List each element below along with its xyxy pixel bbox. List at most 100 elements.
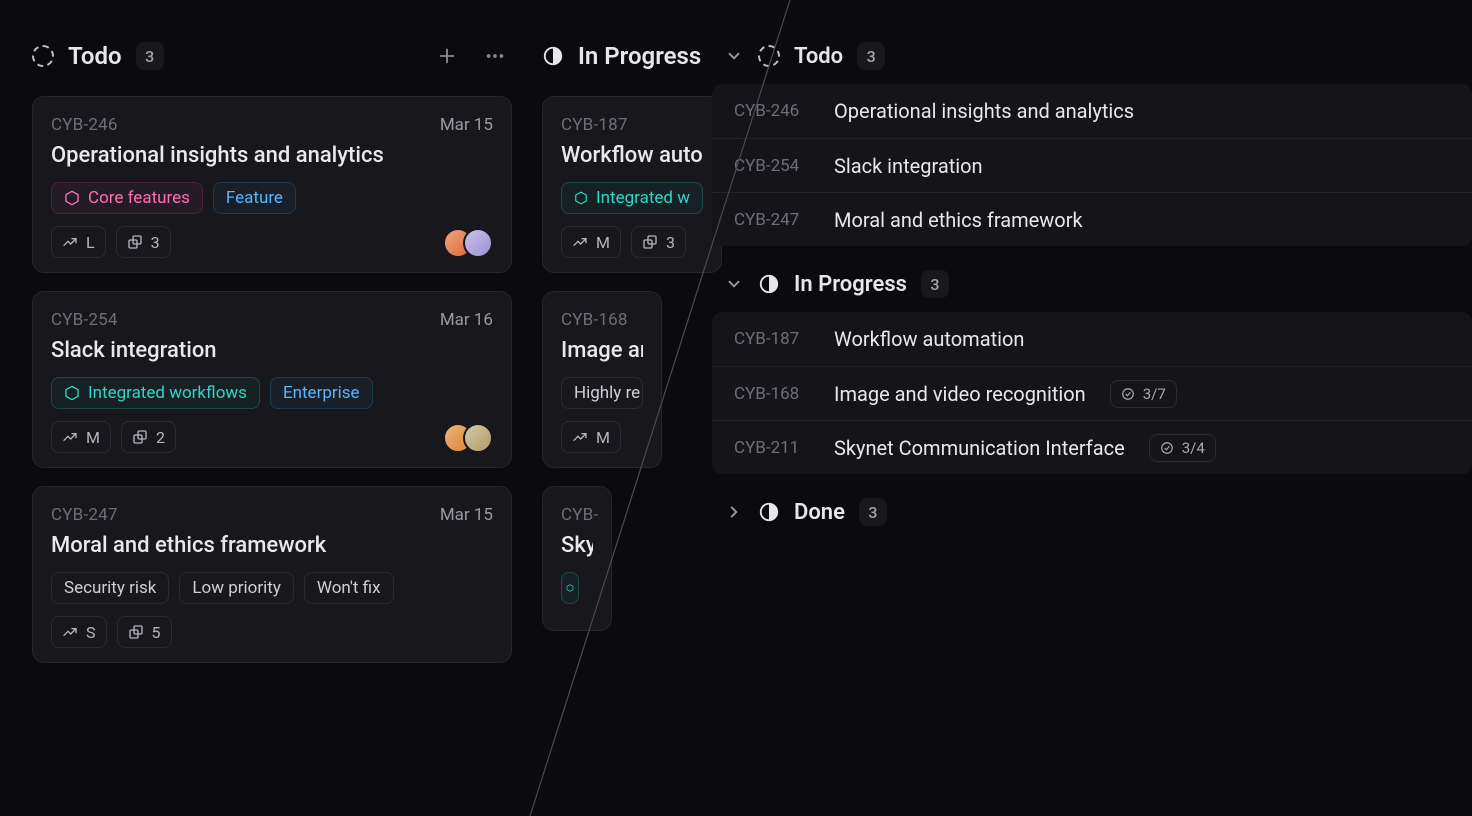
issue-id: CYB-246 — [734, 101, 814, 121]
estimate-chip[interactable]: S — [51, 616, 107, 648]
issue-title: Workflow autor — [561, 143, 703, 168]
issue-date: Mar 16 — [440, 310, 493, 330]
assignee-avatars[interactable] — [453, 228, 493, 258]
issue-card[interactable]: CYB-246 Mar 15 Operational insights and … — [32, 96, 512, 273]
label-tag[interactable]: Low priority — [179, 572, 293, 604]
issue-title: Workflow automation — [834, 327, 1024, 351]
issue-title: Operational insights and analytics — [51, 143, 493, 168]
group-title: In Progress — [794, 272, 907, 297]
relations-chip[interactable]: 2 — [121, 421, 176, 453]
project-tag[interactable] — [561, 572, 579, 604]
group-title: Todo — [794, 44, 843, 69]
issue-title: Sky — [561, 533, 593, 558]
column-title: In Progress — [578, 42, 701, 70]
avatar — [463, 423, 493, 453]
issue-id: CYB-187 — [734, 329, 814, 349]
group-header-done[interactable]: Done 3 — [712, 490, 1472, 534]
todo-status-icon — [758, 45, 780, 67]
estimate-chip[interactable]: M — [561, 421, 621, 453]
relations-count: 3 — [151, 233, 160, 252]
relations-chip[interactable]: 3 — [116, 226, 171, 258]
issue-title: Slack integration — [834, 154, 983, 178]
issue-title: Slack integration — [51, 338, 493, 363]
relations-chip[interactable]: 3 — [631, 226, 686, 258]
done-status-icon — [758, 501, 780, 523]
add-card-button[interactable] — [430, 39, 464, 73]
project-tag[interactable]: Core features — [51, 182, 203, 214]
progress-text: 3/4 — [1182, 439, 1205, 457]
estimate-value: L — [86, 233, 95, 252]
list-item[interactable]: CYB-247 Moral and ethics framework — [712, 192, 1472, 246]
estimate-chip[interactable]: L — [51, 226, 106, 258]
tag-label: Feature — [226, 188, 283, 208]
inprogress-status-icon — [542, 45, 564, 67]
list-item[interactable]: CYB-246 Operational insights and analyti… — [712, 84, 1472, 138]
issue-date: Mar 15 — [440, 115, 493, 135]
estimate-value: M — [86, 428, 100, 447]
label-tag[interactable]: Security risk — [51, 572, 169, 604]
issue-id: CYB-246 — [51, 115, 118, 135]
chevron-down-icon[interactable] — [724, 274, 744, 294]
group-count: 3 — [859, 498, 887, 526]
column-title: Todo — [68, 42, 122, 70]
issue-id: CYB- — [561, 505, 598, 525]
tag-label: Highly re — [574, 383, 640, 403]
list-item[interactable]: CYB-211 Skynet Communication Interface 3… — [712, 420, 1472, 474]
list-item[interactable]: CYB-168 Image and video recognition 3/7 — [712, 366, 1472, 420]
issue-id: CYB-168 — [561, 310, 628, 330]
label-tag[interactable]: Feature — [213, 182, 296, 214]
issue-id: CYB-211 — [734, 438, 814, 458]
column-count: 3 — [136, 42, 164, 70]
group-count: 3 — [857, 42, 885, 70]
group-count: 3 — [921, 270, 949, 298]
progress-text: 3/7 — [1143, 385, 1166, 403]
relations-count: 3 — [666, 233, 675, 252]
issue-date: Mar 15 — [440, 505, 493, 525]
estimate-chip[interactable]: M — [51, 421, 111, 453]
subtask-progress[interactable]: 3/4 — [1149, 434, 1216, 462]
issue-title: Moral and ethics framework — [834, 208, 1083, 232]
group-header-inprogress[interactable]: In Progress 3 — [712, 262, 1472, 306]
app-root: Todo 3 CYB-246 Mar 15 Operational insigh… — [0, 0, 1472, 816]
project-tag[interactable]: Integrated workflows — [51, 377, 260, 409]
group-title: Done — [794, 500, 845, 525]
list-item[interactable]: CYB-187 Workflow automation — [712, 312, 1472, 366]
estimate-value: M — [596, 428, 610, 447]
relations-chip[interactable]: 5 — [117, 616, 172, 648]
column-todo: Todo 3 CYB-246 Mar 15 Operational insigh… — [32, 34, 512, 681]
label-tag[interactable]: Enterprise — [270, 377, 373, 409]
issue-card[interactable]: CYB-168 Image an Highly re M — [542, 291, 662, 468]
project-tag[interactable]: Integrated w — [561, 182, 703, 214]
subtask-progress[interactable]: 3/7 — [1110, 380, 1177, 408]
issue-id: CYB-254 — [51, 310, 118, 330]
tag-label: Enterprise — [283, 383, 360, 403]
todo-status-icon — [32, 45, 54, 67]
inprogress-status-icon — [758, 273, 780, 295]
issue-title: Moral and ethics framework — [51, 533, 493, 558]
list-panel: Todo 3 CYB-246 Operational insights and … — [712, 34, 1472, 540]
list-item[interactable]: CYB-254 Slack integration — [712, 138, 1472, 192]
issue-card[interactable]: CYB-254 Mar 16 Slack integration Integra… — [32, 291, 512, 468]
issue-card[interactable]: CYB- Sky — [542, 486, 612, 631]
assignee-avatars[interactable] — [453, 423, 493, 453]
chevron-right-icon[interactable] — [724, 502, 744, 522]
estimate-chip[interactable]: M — [561, 226, 621, 258]
issue-title: Image an — [561, 338, 643, 363]
label-tag[interactable]: Highly re — [561, 377, 643, 409]
label-tag[interactable]: Won't fix — [304, 572, 394, 604]
tag-label: Integrated w — [596, 188, 690, 208]
issue-title: Skynet Communication Interface — [834, 436, 1125, 460]
relations-count: 5 — [152, 623, 161, 642]
group-header-todo[interactable]: Todo 3 — [712, 34, 1472, 78]
issue-card[interactable]: CYB-247 Mar 15 Moral and ethics framewor… — [32, 486, 512, 663]
chevron-down-icon[interactable] — [724, 46, 744, 66]
tag-label: Low priority — [192, 578, 280, 598]
issue-id: CYB-247 — [734, 210, 814, 230]
issue-title: Image and video recognition — [834, 382, 1086, 406]
tag-label: Core features — [88, 188, 190, 208]
avatar — [463, 228, 493, 258]
issue-id: CYB-247 — [51, 505, 118, 525]
tag-label: Integrated workflows — [88, 383, 247, 403]
issue-card[interactable]: CYB-187 Workflow autor Integrated w M — [542, 96, 722, 273]
column-more-button[interactable] — [478, 39, 512, 73]
